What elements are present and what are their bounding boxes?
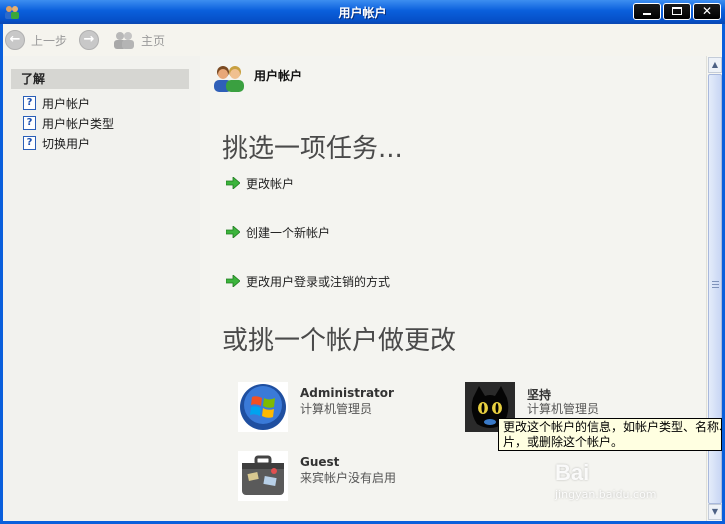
learn-item-user-accounts[interactable]: ? 用户帐户 bbox=[23, 94, 90, 112]
windows-logo-icon bbox=[238, 382, 288, 432]
forward-button[interactable]: → bbox=[79, 28, 99, 52]
green-arrow-icon bbox=[226, 226, 240, 238]
baidu-watermark: Bai jingyan.baidu.com bbox=[555, 460, 657, 501]
close-icon: ✕ bbox=[701, 4, 713, 18]
task-change-logon[interactable]: 更改用户登录或注销的方式 bbox=[226, 271, 390, 291]
suitcase-icon bbox=[238, 451, 288, 501]
watermark-url: jingyan.baidu.com bbox=[555, 488, 657, 501]
minimize-button[interactable] bbox=[633, 3, 661, 20]
tooltip-line-2: 片，或删除这个帐户。 bbox=[503, 435, 624, 449]
forward-arrow-icon: → bbox=[79, 30, 99, 50]
home-button[interactable]: 主页 bbox=[113, 28, 165, 52]
account-guest[interactable]: Guest 来宾帐户没有启用 bbox=[238, 451, 438, 503]
green-arrow-icon bbox=[226, 177, 240, 189]
toolbar: ← 上一步 → 主页 bbox=[3, 24, 722, 56]
task-change-account[interactable]: 更改帐户 bbox=[226, 173, 294, 193]
tooltip-line-1: 更改这个帐户的信息，如帐户类型、名称、 bbox=[503, 420, 722, 434]
help-icon: ? bbox=[23, 136, 36, 150]
green-arrow-icon bbox=[226, 275, 240, 287]
back-label: 上一步 bbox=[31, 33, 68, 48]
left-pane: 了解 ? 用户帐户 ? 用户帐户类型 ? 切换用户 bbox=[3, 56, 200, 521]
back-arrow-icon: ← bbox=[5, 30, 25, 50]
main-pane: 用户帐户 挑选一项任务... 更改帐户 创建一个新帐户 更改用户登录或注销的方式… bbox=[200, 56, 706, 521]
close-button[interactable]: ✕ bbox=[693, 3, 721, 20]
scroll-up-button[interactable]: ▲ bbox=[708, 57, 722, 73]
pick-task-heading: 挑选一项任务... bbox=[222, 134, 403, 164]
window-title: 用户帐户 bbox=[338, 6, 387, 20]
task-create-account[interactable]: 创建一个新帐户 bbox=[226, 222, 330, 242]
help-icon: ? bbox=[23, 116, 36, 130]
back-button[interactable]: ← 上一步 bbox=[5, 28, 67, 52]
title-bar[interactable]: 用户帐户 ✕ bbox=[0, 0, 725, 25]
account-administrator[interactable]: Administrator 计算机管理员 bbox=[238, 382, 438, 434]
page-header-title: 用户帐户 bbox=[254, 69, 303, 83]
maximize-button[interactable] bbox=[663, 3, 691, 20]
learn-item-switch-users[interactable]: ? 切换用户 bbox=[23, 134, 90, 152]
learn-about-header: 了解 bbox=[11, 69, 189, 89]
help-icon: ? bbox=[23, 96, 36, 110]
learn-item-account-types[interactable]: ? 用户帐户类型 bbox=[23, 114, 114, 132]
home-users-icon bbox=[114, 32, 134, 49]
user-accounts-icon bbox=[214, 66, 244, 92]
home-label: 主页 bbox=[141, 33, 166, 48]
vertical-scrollbar[interactable]: ▲ ▼ bbox=[706, 56, 722, 521]
watermark-main: Bai bbox=[555, 460, 590, 485]
account-tooltip: 更改这个帐户的信息，如帐户类型、名称、 片，或删除这个帐户。 bbox=[498, 418, 722, 451]
scroll-down-button[interactable]: ▼ bbox=[708, 504, 722, 520]
pick-account-heading: 或挑一个帐户做更改 bbox=[222, 326, 457, 356]
